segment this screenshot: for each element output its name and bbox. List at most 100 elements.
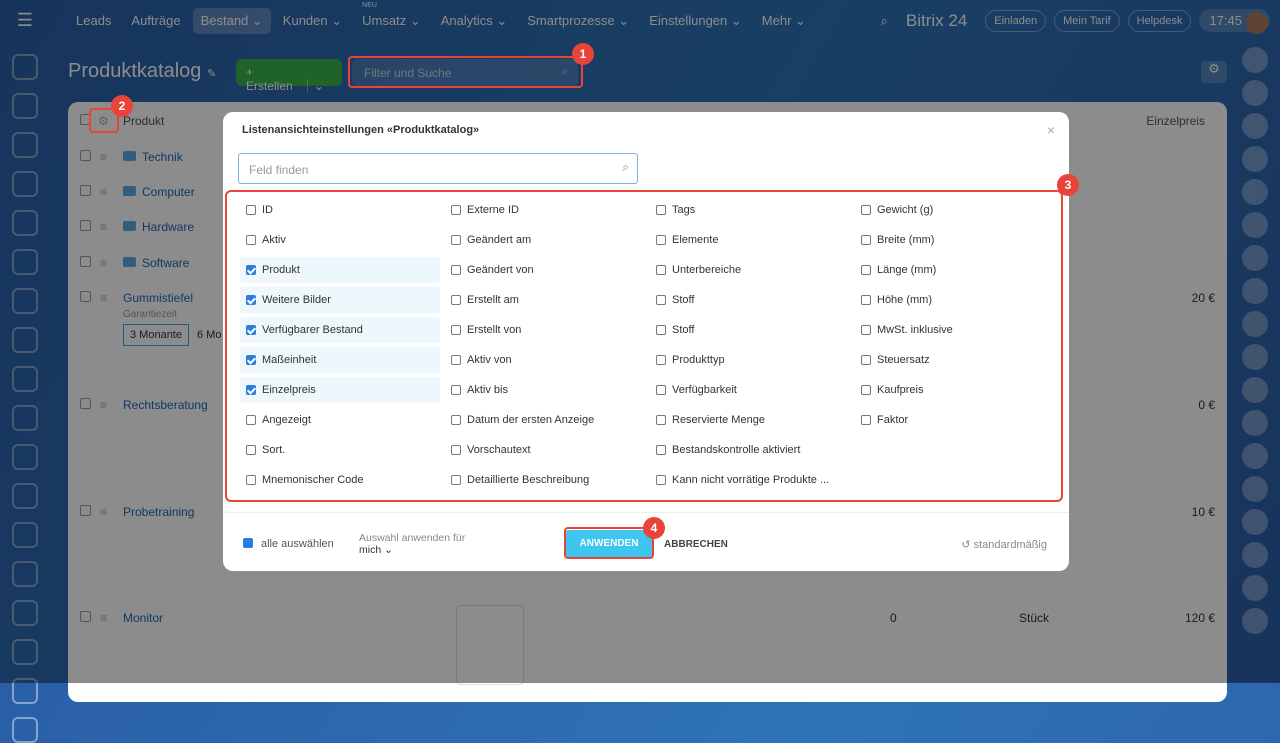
field-checkbox[interactable]: Mnemonischer Code: [240, 467, 440, 493]
field-label: Detaillierte Beschreibung: [467, 474, 590, 486]
checkbox[interactable]: [246, 295, 256, 305]
field-checkbox[interactable]: Produkt: [240, 257, 440, 283]
apply-for-select[interactable]: Auswahl anwenden für mich ⌄: [359, 532, 465, 556]
field-checkbox[interactable]: Stoff: [650, 317, 850, 343]
checkbox[interactable]: [861, 205, 871, 215]
cancel-button[interactable]: ABBRECHEN: [664, 539, 728, 550]
field-label: Externe ID: [467, 204, 519, 216]
step-badge: 1: [572, 43, 594, 65]
select-all-checkbox[interactable]: alle auswählen: [243, 538, 334, 550]
field-checkbox[interactable]: Faktor: [855, 407, 1055, 433]
checkbox[interactable]: [656, 325, 666, 335]
checkbox[interactable]: [861, 385, 871, 395]
field-checkbox[interactable]: Elemente: [650, 227, 850, 253]
field-checkbox[interactable]: Erstellt am: [445, 287, 645, 313]
checkbox[interactable]: [246, 265, 256, 275]
checkbox[interactable]: [656, 445, 666, 455]
field-label: Stoff: [672, 324, 695, 336]
field-checkbox[interactable]: Externe ID: [445, 197, 645, 223]
field-checkbox[interactable]: Länge (mm): [855, 257, 1055, 283]
checkbox[interactable]: [246, 355, 256, 365]
checkbox[interactable]: [656, 415, 666, 425]
field-label: Kaufpreis: [877, 384, 924, 396]
field-checkbox[interactable]: Sort.: [240, 437, 440, 463]
checkbox[interactable]: [861, 415, 871, 425]
field-search-input[interactable]: Feld finden ⌕: [238, 153, 638, 184]
field-checkbox[interactable]: Verfügbarer Bestand: [240, 317, 440, 343]
checkbox[interactable]: [656, 205, 666, 215]
checkbox[interactable]: [246, 475, 256, 485]
field-checkbox[interactable]: Reservierte Menge: [650, 407, 850, 433]
field-label: ID: [262, 204, 273, 216]
field-checkbox[interactable]: Produkttyp: [650, 347, 850, 373]
checkbox[interactable]: [246, 235, 256, 245]
field-label: Sort.: [262, 444, 286, 456]
checkbox[interactable]: [451, 355, 461, 365]
field-checkbox[interactable]: Erstellt von: [445, 317, 645, 343]
checkbox[interactable]: [246, 325, 256, 335]
field-checkbox[interactable]: Bestandskontrolle aktiviert: [650, 437, 850, 463]
checkbox[interactable]: [861, 235, 871, 245]
checkbox[interactable]: [656, 475, 666, 485]
checkbox[interactable]: [861, 295, 871, 305]
checkbox[interactable]: [451, 235, 461, 245]
checkbox[interactable]: [451, 205, 461, 215]
field-label: Vorschautext: [467, 444, 531, 456]
field-checkbox[interactable]: Detaillierte Beschreibung: [445, 467, 645, 493]
field-checkbox[interactable]: Angezeigt: [240, 407, 440, 433]
field-checkbox[interactable]: Tags: [650, 197, 850, 223]
checkbox[interactable]: [451, 265, 461, 275]
checkbox[interactable]: [246, 385, 256, 395]
field-checkbox[interactable]: Verfügbarkeit: [650, 377, 850, 403]
field-checkbox[interactable]: Datum der ersten Anzeige: [445, 407, 645, 433]
field-checkbox[interactable]: Geändert von: [445, 257, 645, 283]
field-checkbox[interactable]: Aktiv: [240, 227, 440, 253]
checkbox[interactable]: [246, 415, 256, 425]
field-checkbox[interactable]: Aktiv bis: [445, 377, 645, 403]
field-label: Aktiv: [262, 234, 286, 246]
field-checkbox[interactable]: Steuersatz: [855, 347, 1055, 373]
checkbox[interactable]: [656, 355, 666, 365]
field-label: Aktiv bis: [467, 384, 508, 396]
checkbox[interactable]: [861, 265, 871, 275]
checkbox[interactable]: [451, 325, 461, 335]
checkbox[interactable]: [451, 445, 461, 455]
field-label: Erstellt am: [467, 294, 519, 306]
field-label: Breite (mm): [877, 234, 935, 246]
step-badge: 4: [643, 517, 665, 539]
field-checkbox[interactable]: Unterbereiche: [650, 257, 850, 283]
checkbox[interactable]: [451, 385, 461, 395]
checkbox[interactable]: [656, 235, 666, 245]
field-checkbox[interactable]: MwSt. inklusive: [855, 317, 1055, 343]
search-icon: ⌕: [622, 160, 629, 174]
checkbox[interactable]: [246, 205, 256, 215]
checkbox[interactable]: [861, 355, 871, 365]
close-icon[interactable]: ×: [1047, 122, 1055, 138]
checkbox[interactable]: [861, 325, 871, 335]
field-checkbox[interactable]: Höhe (mm): [855, 287, 1055, 313]
checkbox[interactable]: [656, 265, 666, 275]
field-checkbox[interactable]: Einzelpreis: [240, 377, 440, 403]
field-checkbox[interactable]: Aktiv von: [445, 347, 645, 373]
checkbox[interactable]: [451, 295, 461, 305]
checkbox[interactable]: [656, 385, 666, 395]
sidebar-icon[interactable]: [12, 717, 38, 743]
checkbox[interactable]: [246, 445, 256, 455]
reset-default-button[interactable]: ↺ standardmäßig: [961, 538, 1047, 551]
field-label: Datum der ersten Anzeige: [467, 414, 595, 426]
field-label: Elemente: [672, 234, 719, 246]
field-checkbox[interactable]: Breite (mm): [855, 227, 1055, 253]
field-checkbox[interactable]: Geändert am: [445, 227, 645, 253]
field-checkbox[interactable]: Maßeinheit: [240, 347, 440, 373]
field-checkbox[interactable]: ID: [240, 197, 440, 223]
field-checkbox[interactable]: Stoff: [650, 287, 850, 313]
field-label: Verfügbarer Bestand: [262, 324, 363, 336]
field-checkbox[interactable]: Vorschautext: [445, 437, 645, 463]
checkbox[interactable]: [451, 415, 461, 425]
checkbox[interactable]: [656, 295, 666, 305]
field-checkbox[interactable]: Gewicht (g): [855, 197, 1055, 223]
field-checkbox[interactable]: Kann nicht vorrätige Produkte ...: [650, 467, 850, 493]
field-checkbox[interactable]: Weitere Bilder: [240, 287, 440, 313]
field-checkbox[interactable]: Kaufpreis: [855, 377, 1055, 403]
checkbox[interactable]: [451, 475, 461, 485]
